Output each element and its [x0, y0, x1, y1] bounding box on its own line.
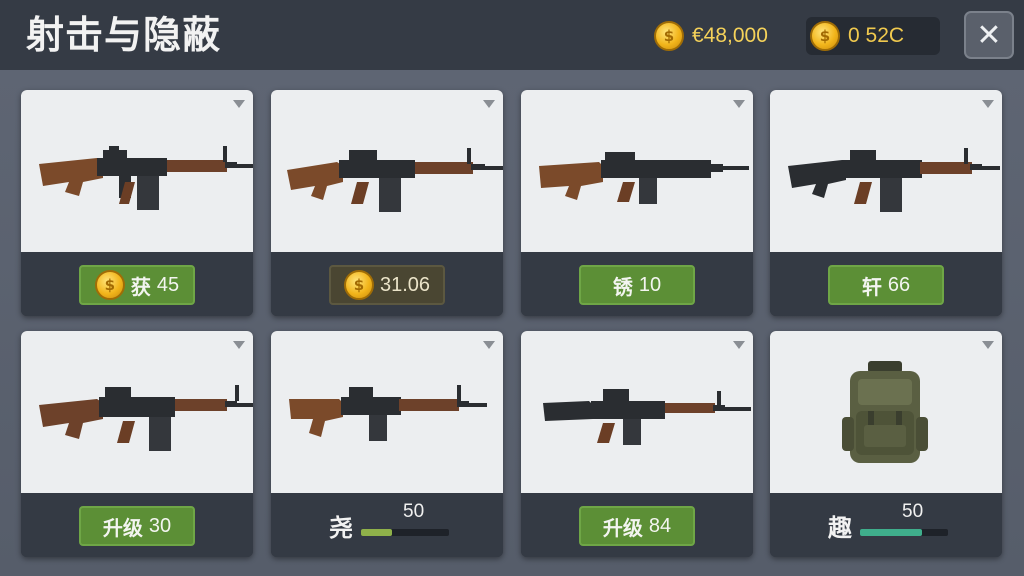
- coin-balance-primary: $ €48,000: [654, 17, 768, 55]
- progress-label: 尧: [329, 514, 353, 542]
- page-title: 射击与隐蔽: [26, 13, 222, 57]
- price: 10: [638, 273, 662, 296]
- buy-button[interactable]: $ 获 45: [79, 265, 195, 305]
- buy-button[interactable]: 锈 10: [579, 265, 695, 305]
- button-label: 获: [130, 274, 151, 299]
- coin-icon: $: [343, 270, 374, 300]
- item-card-footer: 趣 50: [770, 493, 1002, 557]
- item-card[interactable]: $ 获 45: [21, 90, 253, 316]
- item-card[interactable]: 尧 50: [271, 331, 503, 557]
- rifle-icon: [543, 389, 751, 445]
- upgrade-button[interactable]: 升级 30: [79, 506, 195, 546]
- button-label: 升级: [602, 515, 643, 540]
- item-card-footer: $ 获 45: [21, 252, 253, 316]
- coin-symbol: $: [104, 276, 116, 294]
- item-image: [271, 90, 503, 252]
- button-label: 升级: [102, 515, 143, 540]
- progress-value: 50: [403, 501, 425, 522]
- rifle-icon: [39, 385, 253, 451]
- price: 30: [148, 514, 172, 537]
- item-card[interactable]: 锈 10: [521, 90, 753, 316]
- price: 45: [156, 273, 180, 296]
- coin-symbol: $: [819, 27, 831, 45]
- price: 66: [887, 273, 911, 296]
- top-bar: 射击与隐蔽 $ €48,000 $ 0 52C ✕: [0, 0, 1024, 70]
- button-label: 轩: [861, 274, 882, 299]
- upgrade-progress: 尧 50: [271, 493, 503, 557]
- rifle-icon: [539, 152, 749, 204]
- item-card-footer: $ 31.06: [271, 252, 503, 316]
- progress-fill: [860, 529, 922, 536]
- progress-value: 50: [902, 501, 924, 522]
- buy-button[interactable]: $ 31.06: [329, 265, 445, 305]
- item-card[interactable]: $ 31.06: [271, 90, 503, 316]
- close-icon: ✕: [976, 17, 1002, 53]
- item-card-footer: 锈 10: [521, 252, 753, 316]
- item-image: [271, 331, 503, 493]
- coin-balance-secondary: $ 0 52C: [806, 17, 940, 55]
- item-card[interactable]: 升级 30: [21, 331, 253, 557]
- progress-bar: [361, 529, 449, 536]
- item-card-footer: 升级 30: [21, 493, 253, 557]
- coin-icon: $: [654, 21, 684, 51]
- backpack-icon: [842, 361, 928, 463]
- coin-symbol: $: [663, 27, 675, 45]
- item-image: [521, 90, 753, 252]
- price: 84: [648, 514, 672, 537]
- item-image: [21, 90, 253, 252]
- close-button[interactable]: ✕: [964, 11, 1014, 59]
- coin-balance-text: €48,000: [692, 24, 768, 47]
- item-card-footer: 尧 50: [271, 493, 503, 557]
- button-label: 锈: [612, 274, 633, 299]
- coin-balance-secondary-text: 0 52C: [848, 24, 905, 47]
- item-image: [521, 331, 753, 493]
- item-card[interactable]: 趣 50: [770, 331, 1002, 557]
- progress-label: 趣: [828, 514, 852, 542]
- buy-button[interactable]: 轩 66: [828, 265, 944, 305]
- item-card[interactable]: 升级 84: [521, 331, 753, 557]
- price: 31.06: [379, 273, 431, 296]
- rifle-icon: [788, 148, 1000, 212]
- item-card-footer: 轩 66: [770, 252, 1002, 316]
- rifle-icon: [287, 148, 503, 212]
- coin-icon: $: [810, 21, 840, 51]
- item-image: [770, 90, 1002, 252]
- upgrade-progress: 趣 50: [770, 493, 1002, 557]
- progress-bar: [860, 529, 948, 536]
- item-card[interactable]: 轩 66: [770, 90, 1002, 316]
- item-image: [21, 331, 253, 493]
- upgrade-button[interactable]: 升级 84: [579, 506, 695, 546]
- progress-fill: [361, 529, 392, 536]
- item-image: [770, 331, 1002, 493]
- rifle-icon: [289, 385, 487, 441]
- coin-icon: $: [94, 270, 125, 300]
- rifle-icon: [39, 146, 253, 210]
- coin-symbol: $: [353, 276, 365, 294]
- item-card-footer: 升级 84: [521, 493, 753, 557]
